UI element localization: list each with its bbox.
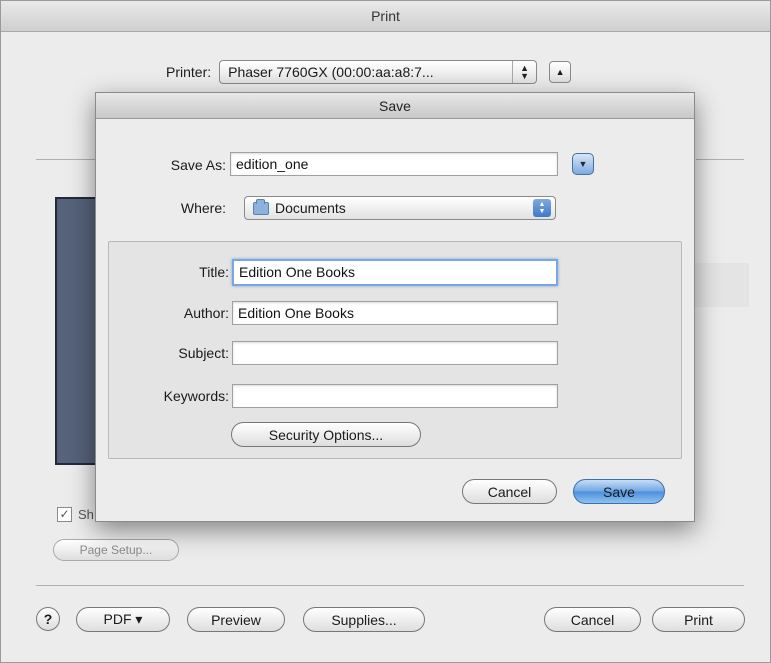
title-label: Title: — [199, 264, 229, 280]
save-as-input[interactable]: edition_one — [230, 152, 558, 176]
supplies-label: Supplies... — [331, 611, 397, 628]
print-cancel-button[interactable]: Cancel — [544, 607, 641, 632]
page-setup-button[interactable]: Page Setup... — [53, 539, 179, 561]
question-mark-icon: ? — [43, 611, 53, 627]
where-value: Documents — [275, 200, 346, 216]
save-label: Save — [603, 483, 635, 500]
save-sheet: Save Save As: edition_one ▼ Where: Docum… — [95, 92, 695, 522]
chevron-down-icon: ▼ — [578, 159, 588, 169]
folder-icon — [253, 198, 269, 215]
show-checkbox-label: Sh — [78, 507, 94, 522]
where-label: Where: — [180, 200, 226, 216]
save-title: Save — [96, 93, 694, 119]
print-bottom-separator — [36, 585, 744, 586]
help-button[interactable]: ? — [36, 607, 60, 631]
triangle-up-icon: ▲ — [555, 67, 565, 77]
page-setup-label: Page Setup... — [79, 543, 153, 557]
page-preview — [55, 197, 99, 465]
print-button[interactable]: Print — [652, 607, 745, 632]
security-options-label: Security Options... — [268, 426, 384, 443]
print-cancel-label: Cancel — [570, 611, 615, 628]
up-down-arrows-icon: ▲ ▼ — [512, 61, 536, 83]
save-button[interactable]: Save — [573, 479, 665, 504]
printer-value: Phaser 7760GX (00:00:aa:a8:7... — [228, 64, 434, 80]
author-label: Author: — [183, 305, 229, 321]
title-input[interactable]: Edition One Books — [232, 259, 558, 286]
where-select[interactable]: Documents ▲ ▼ — [244, 196, 556, 220]
printer-label: Printer: — [166, 64, 212, 80]
collapse-details-button[interactable]: ▲ — [549, 61, 572, 83]
preview-label: Preview — [211, 611, 261, 628]
preview-button[interactable]: Preview — [187, 607, 285, 632]
keywords-input[interactable] — [232, 384, 558, 408]
show-checkbox-row: ✓ Sh — [57, 507, 94, 522]
author-input[interactable]: Edition One Books — [232, 301, 558, 325]
subject-input[interactable] — [232, 341, 558, 365]
printer-row: Printer: Phaser 7760GX (00:00:aa:a8:7...… — [166, 59, 572, 85]
subject-label: Subject: — [178, 345, 229, 361]
printer-select[interactable]: Phaser 7760GX (00:00:aa:a8:7... ▲ ▼ — [219, 60, 538, 84]
print-top-separator — [36, 159, 96, 160]
save-as-label: Save As: — [170, 157, 226, 173]
security-options-button[interactable]: Security Options... — [231, 422, 421, 447]
save-cancel-label: Cancel — [487, 483, 532, 500]
print-title: Print — [1, 1, 770, 32]
keywords-label: Keywords: — [163, 388, 229, 404]
up-down-arrows-icon: ▲ ▼ — [533, 199, 551, 217]
document-properties-panel: Title: Edition One Books Author: Edition… — [108, 241, 682, 459]
print-top-separator-right — [696, 159, 744, 160]
supplies-button[interactable]: Supplies... — [303, 607, 425, 632]
pdf-menu-button[interactable]: PDF ▾ — [76, 607, 170, 632]
print-label: Print — [684, 611, 713, 628]
expand-browser-button[interactable]: ▼ — [572, 153, 594, 175]
show-checkbox[interactable]: ✓ — [57, 507, 72, 522]
pdf-label: PDF ▾ — [103, 611, 143, 627]
save-cancel-button[interactable]: Cancel — [462, 479, 557, 504]
